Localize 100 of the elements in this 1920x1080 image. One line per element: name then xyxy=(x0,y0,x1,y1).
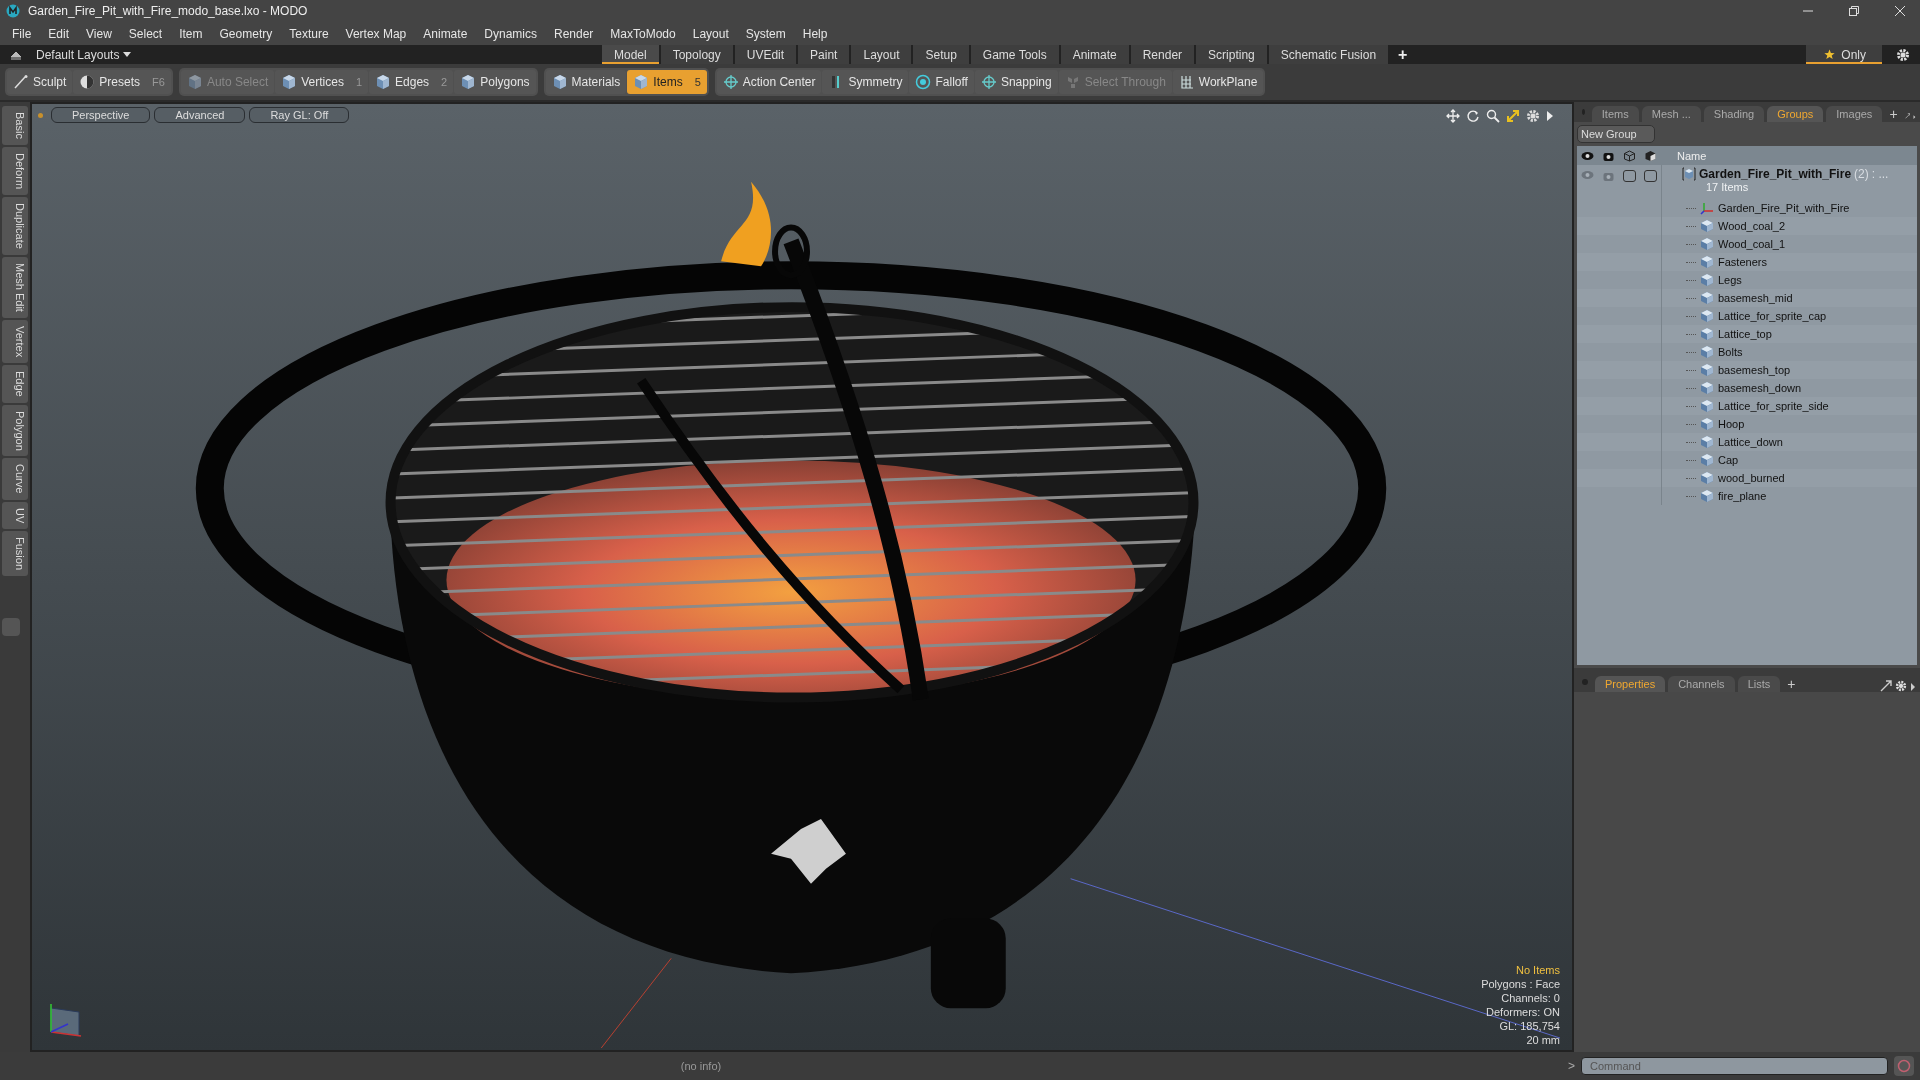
viewport-option-button[interactable]: Perspective xyxy=(51,107,151,123)
tree-item[interactable]: Wood_coal_1 xyxy=(1718,238,1786,250)
panel-tab[interactable]: Shading xyxy=(1703,106,1765,122)
menu-item[interactable]: Help xyxy=(802,26,828,41)
tree-item[interactable]: Hoop xyxy=(1718,418,1745,430)
layout-tab[interactable]: Paint xyxy=(798,45,850,64)
tree-item[interactable]: Lattice_down xyxy=(1718,436,1783,448)
tree-item[interactable]: Garden_Fire_Pit_with_Fire xyxy=(1718,202,1850,214)
viewport-option-button[interactable]: Ray GL: Off xyxy=(249,107,350,123)
side-tab[interactable]: UV xyxy=(2,501,28,530)
close-icon[interactable] xyxy=(1894,5,1906,17)
tree-item[interactable]: Bolts xyxy=(1718,346,1743,358)
layout-tab[interactable]: Schematic Fusion xyxy=(1268,45,1389,64)
tool-button[interactable]: Materials xyxy=(545,70,627,94)
add-tab-button[interactable]: + xyxy=(1783,676,1800,692)
tool-button[interactable]: Falloff xyxy=(909,70,974,94)
tool-button[interactable]: Vertices 1 xyxy=(275,70,369,94)
layout-tab[interactable]: UVEdit xyxy=(734,45,797,64)
only-button[interactable]: Only xyxy=(1806,45,1882,64)
panel-tab[interactable]: Properties xyxy=(1595,676,1666,692)
layout-tab[interactable]: Topology xyxy=(660,45,733,64)
panel-tab[interactable]: Lists xyxy=(1737,676,1781,692)
tool-button[interactable]: Presets F6 xyxy=(73,70,171,94)
tool-button[interactable]: Sculpt xyxy=(7,70,73,94)
tool-button[interactable]: Polygons xyxy=(454,70,536,94)
add-tab-button[interactable]: + xyxy=(1390,45,1416,64)
checkbox[interactable] xyxy=(1644,170,1657,182)
menu-item[interactable]: System xyxy=(745,26,786,41)
panel-tab[interactable]: Mesh ... xyxy=(1641,106,1701,122)
side-tab[interactable]: Mesh Edit xyxy=(2,256,28,318)
layout-tab[interactable]: Layout xyxy=(851,45,912,64)
tool-button[interactable]: Edges 2 xyxy=(369,70,454,94)
menu-item[interactable]: Render xyxy=(554,26,594,41)
layout-tab[interactable]: Animate xyxy=(1060,45,1129,64)
tree-item[interactable]: Lattice_top xyxy=(1718,328,1772,340)
tree-item[interactable]: basemesh_down xyxy=(1718,382,1802,394)
tree-item[interactable]: Wood_coal_2 xyxy=(1718,220,1786,232)
menu-item[interactable]: Edit xyxy=(48,26,70,41)
tree-item[interactable]: basemesh_mid xyxy=(1718,292,1793,304)
settings-icon[interactable] xyxy=(1895,680,1907,692)
checkbox[interactable] xyxy=(1623,170,1636,182)
side-tab[interactable]: Edge xyxy=(2,364,28,403)
side-tab[interactable]: Curve xyxy=(2,458,28,500)
rotate-icon[interactable] xyxy=(1466,109,1480,123)
tool-button[interactable]: WorkPlane xyxy=(1172,70,1264,94)
tree-item[interactable]: fire_plane xyxy=(1718,490,1767,502)
menu-item[interactable]: Vertex Map xyxy=(345,26,407,41)
tree-item[interactable]: Lattice_for_sprite_cap xyxy=(1718,310,1827,322)
play-arrow-icon[interactable] xyxy=(1913,112,1916,122)
layout-tab[interactable]: Game Tools xyxy=(970,45,1059,64)
menu-item[interactable]: Dynamics xyxy=(484,26,537,41)
panel-tab[interactable]: Items xyxy=(1591,106,1639,122)
tree-item[interactable]: Fasteners xyxy=(1718,256,1767,268)
tool-button[interactable]: Items 5 xyxy=(627,70,707,94)
viewport[interactable]: Perspective Advanced Ray GL: Off No Items Polygons : Face Channels: 0 Deformers: ON GL: 185,754 20 mm xyxy=(30,102,1574,1052)
new-group-button[interactable]: New Group xyxy=(1577,125,1655,143)
tree-item[interactable]: wood_burned xyxy=(1718,472,1785,484)
maximize-icon[interactable] xyxy=(1506,109,1520,123)
panel-tab[interactable]: Groups xyxy=(1767,106,1824,122)
add-tab-button[interactable]: + xyxy=(1885,106,1902,122)
menu-item[interactable]: File xyxy=(12,26,32,41)
panel-tab[interactable]: Channels xyxy=(1668,676,1735,692)
pan-icon[interactable] xyxy=(1446,109,1460,123)
play-arrow-icon[interactable] xyxy=(1910,682,1916,692)
side-tab[interactable]: Basic xyxy=(2,106,28,145)
viewport-option-button[interactable]: Advanced xyxy=(154,107,246,123)
group-name[interactable]: Garden_Fire_Pit_with_Fire xyxy=(1699,167,1852,181)
expand-icon[interactable] xyxy=(1880,680,1892,692)
settings-icon[interactable] xyxy=(1896,47,1910,62)
menu-item[interactable]: Layout xyxy=(692,26,729,41)
side-tab[interactable]: Duplicate xyxy=(2,196,28,255)
play-arrow-icon[interactable] xyxy=(1546,109,1554,123)
menu-item[interactable]: Texture xyxy=(289,26,329,41)
tool-button[interactable]: Action Center xyxy=(716,70,822,94)
layout-tab[interactable]: Model xyxy=(602,45,659,64)
menu-item[interactable]: Item xyxy=(179,26,203,41)
menu-item[interactable]: MaxToModo xyxy=(610,26,676,41)
tree-item[interactable]: Legs xyxy=(1718,274,1742,286)
side-tab[interactable]: Vertex xyxy=(2,319,28,363)
menu-item[interactable]: Animate xyxy=(423,26,468,41)
collapse-arrow-icon[interactable] xyxy=(10,49,22,60)
layout-tab[interactable]: Render xyxy=(1130,45,1195,64)
side-tab[interactable]: Deform xyxy=(2,146,28,195)
menu-item[interactable]: Select xyxy=(128,26,163,41)
tree-item[interactable]: Cap xyxy=(1718,454,1739,466)
tree-item[interactable]: basemesh_top xyxy=(1718,364,1791,376)
layouts-dropdown[interactable]: Default Layouts xyxy=(36,47,572,62)
restore-icon[interactable] xyxy=(1848,5,1860,17)
panel-tab[interactable]: Images xyxy=(1826,106,1883,122)
layout-tab[interactable]: Setup xyxy=(913,45,969,64)
record-button[interactable] xyxy=(1894,1056,1914,1076)
menu-item[interactable]: View xyxy=(86,26,112,41)
command-field[interactable]: Command xyxy=(1581,1057,1888,1075)
menu-item[interactable]: Geometry xyxy=(219,26,273,41)
tool-button[interactable]: Symmetry xyxy=(822,70,909,94)
side-tab[interactable]: Fusion xyxy=(2,531,28,577)
zoom-icon[interactable] xyxy=(1486,109,1500,123)
layout-tab[interactable]: Scripting xyxy=(1196,45,1267,64)
side-tab[interactable]: Polygon xyxy=(2,404,28,457)
tool-button[interactable]: Snapping xyxy=(974,70,1058,94)
